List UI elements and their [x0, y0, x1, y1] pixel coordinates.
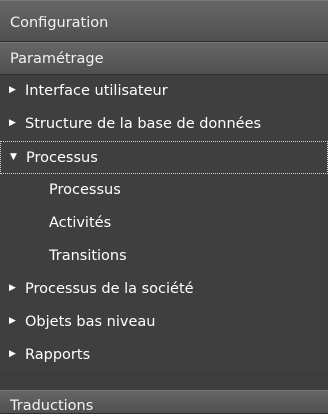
- tree-subitem-label: Transitions: [49, 248, 127, 264]
- tree-subitem-transitions[interactable]: Transitions: [0, 240, 328, 273]
- tree-item-label: Objets bas niveau: [25, 314, 156, 330]
- navigation-panel: Configuration Paramétrage ▶ Interface uti…: [0, 0, 328, 414]
- chevron-right-icon[interactable]: ▶: [9, 273, 19, 305]
- tree-item-label: Interface utilisateur: [25, 83, 168, 99]
- section-traductions-label: Traductions: [10, 398, 94, 414]
- chevron-right-icon[interactable]: ▶: [9, 108, 19, 140]
- tree-subitem-label: Activités: [49, 215, 112, 231]
- section-configuration[interactable]: Configuration: [0, 0, 328, 42]
- parametrage-tree: ▶ Interface utilisateur ▶ Structure de la …: [0, 75, 328, 372]
- chevron-right-icon[interactable]: ▶: [9, 339, 19, 371]
- tree-subitem-activites[interactable]: Activités: [0, 207, 328, 240]
- section-parametrage[interactable]: Paramétrage: [0, 42, 328, 75]
- chevron-right-icon[interactable]: ▶: [9, 75, 19, 107]
- section-configuration-label: Configuration: [10, 15, 109, 31]
- tree-item-label: Processus de la société: [25, 281, 194, 297]
- tree-item-label: Rapports: [25, 347, 91, 363]
- tree-item-rapports[interactable]: ▶ Rapports: [0, 339, 328, 372]
- section-traductions[interactable]: Traductions: [0, 390, 328, 414]
- tree-item-structure-base-de-donnees[interactable]: ▶ Structure de la base de données: [0, 108, 328, 141]
- tree-item-processus[interactable]: ▼ Processus: [0, 141, 328, 174]
- chevron-down-icon[interactable]: ▼: [10, 142, 20, 173]
- tree-item-objets-bas-niveau[interactable]: ▶ Objets bas niveau: [0, 306, 328, 339]
- tree-item-interface-utilisateur[interactable]: ▶ Interface utilisateur: [0, 75, 328, 108]
- tree-subitem-processus[interactable]: Processus: [0, 174, 328, 207]
- tree-item-processus-de-la-societe[interactable]: ▶ Processus de la société: [0, 273, 328, 306]
- section-parametrage-label: Paramétrage: [10, 51, 104, 67]
- tree-item-label: Structure de la base de données: [25, 116, 262, 132]
- tree-subitem-label: Processus: [49, 182, 121, 198]
- chevron-right-icon[interactable]: ▶: [9, 306, 19, 338]
- tree-item-label: Processus: [26, 150, 98, 166]
